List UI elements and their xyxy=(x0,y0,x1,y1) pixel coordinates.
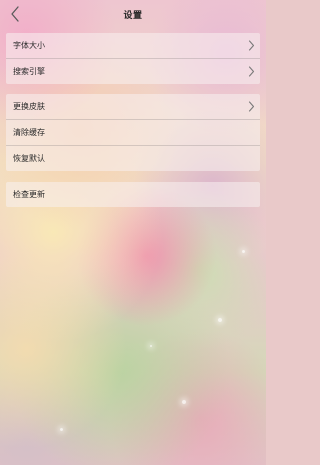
navigation-bar: 设置 xyxy=(0,0,266,29)
chevron-right-icon xyxy=(248,40,255,51)
settings-item-font-size[interactable]: 字体大小 xyxy=(6,33,260,58)
settings-item-label: 字体大小 xyxy=(13,41,45,50)
chevron-right-icon xyxy=(248,66,255,77)
chevron-right-icon xyxy=(248,101,255,112)
sparkle xyxy=(182,400,186,404)
settings-item-clear-cache[interactable]: 清除缓存 xyxy=(6,119,260,145)
sparkle xyxy=(150,345,152,347)
sparkle xyxy=(60,428,63,431)
settings-item-label: 清除缓存 xyxy=(13,128,45,137)
sparkle xyxy=(242,250,245,253)
settings-item-check-update[interactable]: 检查更新 xyxy=(6,182,260,207)
settings-item-search-engine[interactable]: 搜索引擎 xyxy=(6,58,260,84)
settings-item-restore-default[interactable]: 恢复默认 xyxy=(6,145,260,171)
settings-item-label: 恢复默认 xyxy=(13,154,45,163)
settings-item-label: 检查更新 xyxy=(13,190,45,199)
settings-group-update: 检查更新 xyxy=(6,182,260,207)
settings-group-text: 字体大小 搜索引擎 xyxy=(6,33,260,84)
page-title: 设置 xyxy=(123,11,143,21)
settings-group-appearance: 更换皮肤 清除缓存 恢复默认 xyxy=(6,94,260,171)
settings-item-label: 更换皮肤 xyxy=(13,102,45,111)
settings-item-change-skin[interactable]: 更换皮肤 xyxy=(6,94,260,119)
settings-item-label: 搜索引擎 xyxy=(13,67,45,76)
sparkle xyxy=(218,318,222,322)
